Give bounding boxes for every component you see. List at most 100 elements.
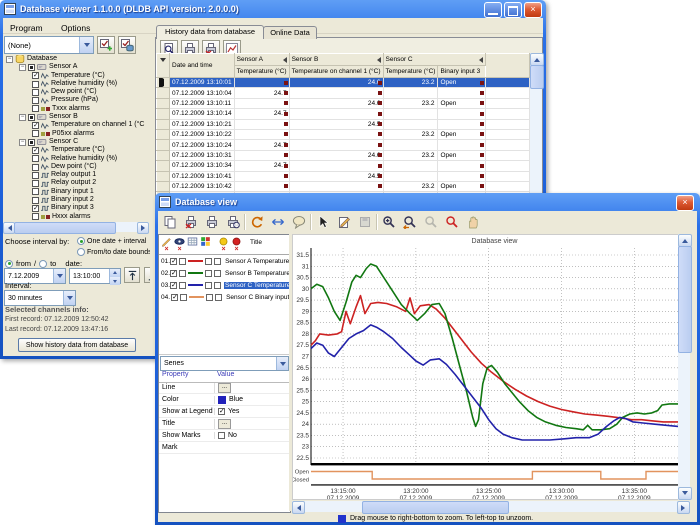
cell-datetime[interactable]: 07.12.2009 13:10:11 xyxy=(170,98,235,108)
cell-binary-3[interactable] xyxy=(438,171,486,181)
cell-binary-3[interactable]: Open xyxy=(438,129,486,139)
cell-binary-3[interactable]: Open xyxy=(438,98,486,108)
cell-binary-3[interactable]: Open xyxy=(438,181,486,191)
cell-datetime[interactable]: 07.12.2009 13:10:42 xyxy=(170,181,235,191)
cell-sensor-b[interactable]: 24.6 xyxy=(289,150,383,160)
tree-item[interactable]: Binary input 3 xyxy=(3,204,149,212)
radio-from[interactable] xyxy=(5,260,13,268)
channel-checkbox[interactable] xyxy=(32,122,39,129)
property-row[interactable]: Color Blue xyxy=(159,394,290,406)
col-temp-c[interactable]: Temperature (°C) xyxy=(383,66,438,78)
tree-item[interactable]: Txxx alarms xyxy=(3,105,149,113)
cell-sensor-a[interactable] xyxy=(234,150,289,160)
group-sensor-a[interactable]: Sensor A xyxy=(234,54,289,66)
cell-sensor-b[interactable]: 24.6 xyxy=(289,78,383,88)
row-header-cell[interactable] xyxy=(157,88,170,98)
cell-sensor-b[interactable]: 24.6 xyxy=(289,98,383,108)
group-sensor-c[interactable]: Sensor C xyxy=(383,54,485,66)
row-header-cell[interactable] xyxy=(157,181,170,191)
cell-sensor-c[interactable] xyxy=(383,88,438,98)
series-option-checkbox[interactable] xyxy=(214,270,221,277)
hint-button[interactable] xyxy=(289,212,309,232)
cell-sensor-c[interactable]: 23.2 xyxy=(383,98,438,108)
cell-sensor-a[interactable] xyxy=(234,129,289,139)
cursor-button[interactable] xyxy=(313,212,333,232)
cell-binary-3[interactable] xyxy=(438,140,486,150)
cell-datetime[interactable]: 07.12.2009 13:10:22 xyxy=(170,129,235,139)
channel-checkbox[interactable] xyxy=(32,155,39,162)
cell-datetime[interactable]: 07.12.2009 13:10:21 xyxy=(170,119,235,129)
cell-sensor-b[interactable] xyxy=(289,161,383,171)
cell-sensor-c[interactable]: 23.2 xyxy=(383,181,438,191)
main-title-bar[interactable]: Database viewer 1.1.0.0 (DLDB API versio… xyxy=(0,0,546,18)
remove-icon[interactable]: × xyxy=(234,247,238,252)
row-header-cell[interactable] xyxy=(157,129,170,139)
legend-series-row[interactable]: 03. Sensor C Temperature (°C) xyxy=(159,279,290,291)
chart-v-scrollbar[interactable] xyxy=(678,234,690,500)
legend-series-row[interactable]: 04. Sensor C Binary input 3 xyxy=(159,291,290,303)
tree-item[interactable]: Relay output 1 xyxy=(3,171,149,179)
tree-expander-icon[interactable]: − xyxy=(19,114,26,121)
apply-channel-check-button[interactable] xyxy=(97,36,115,54)
cell-datetime[interactable]: 07.12.2009 13:10:41 xyxy=(170,171,235,181)
property-row[interactable]: Show at Legend Yes xyxy=(159,406,290,418)
cell-sensor-c[interactable]: 23.2 xyxy=(383,150,438,160)
legend-series-row[interactable]: 01. Sensor A Temperature (°C) xyxy=(159,255,290,267)
scroll-thumb[interactable] xyxy=(14,222,116,234)
col-temp-a[interactable]: Temperature (°C) xyxy=(234,66,289,78)
series-visible-checkbox[interactable] xyxy=(170,258,177,265)
cell-sensor-a[interactable]: 24.7 xyxy=(234,109,289,119)
refresh-button[interactable] xyxy=(247,212,267,232)
property-row[interactable]: Title ... xyxy=(159,418,290,430)
tree-h-scrollbar[interactable] xyxy=(3,222,149,232)
tree-item[interactable]: Pressure (hPa) xyxy=(3,96,149,104)
table-row[interactable]: 07.12.2009 13:10:21 24.5 xyxy=(157,119,530,129)
cell-sensor-b[interactable] xyxy=(289,181,383,191)
filter-header-cell[interactable] xyxy=(157,54,170,78)
channel-checkbox[interactable] xyxy=(32,72,39,79)
preset-combo-arrow[interactable] xyxy=(79,37,93,53)
table-row[interactable]: 07.12.2009 13:10:42 23.2Open xyxy=(157,181,530,191)
cell-sensor-a[interactable] xyxy=(234,171,289,181)
remove-icon[interactable]: × xyxy=(221,247,225,252)
channel-checkbox[interactable] xyxy=(32,89,39,96)
cell-sensor-b[interactable]: 24.5 xyxy=(289,119,383,129)
channel-checkbox[interactable] xyxy=(32,172,39,179)
pan-horizontal-button[interactable] xyxy=(268,212,288,232)
print-preview-button[interactable] xyxy=(223,212,243,232)
tree-item[interactable]: Hxxx alarms xyxy=(3,213,149,220)
tree-item[interactable]: −Database xyxy=(3,55,149,63)
tree-item[interactable]: Temperature (°C) xyxy=(3,146,149,154)
cell-sensor-b[interactable] xyxy=(289,129,383,139)
radio-one-date-interval[interactable]: One date + interval xyxy=(77,237,146,245)
tree-item[interactable]: Relative humidity (%) xyxy=(3,155,149,163)
spinner-down[interactable] xyxy=(110,277,120,285)
color-swatch[interactable] xyxy=(218,396,226,404)
series-option-checkbox[interactable] xyxy=(205,282,212,289)
cell-sensor-a[interactable]: 24.7 xyxy=(234,88,289,98)
tree-expander-icon[interactable]: − xyxy=(6,56,13,63)
table-row[interactable]: 07.12.2009 13:10:1424.7 xyxy=(157,109,530,119)
table-row[interactable]: 07.12.2009 13:10:3424.7 xyxy=(157,161,530,171)
series-option-checkbox[interactable] xyxy=(205,270,212,277)
cell-sensor-a[interactable]: 24.7 xyxy=(234,161,289,171)
ellipsis-button[interactable]: ... xyxy=(218,383,231,393)
to-first-record-button[interactable] xyxy=(124,267,140,283)
zoom-reset-button[interactable] xyxy=(442,212,462,232)
tree-item[interactable]: Temperature (°C) xyxy=(3,72,149,80)
series-option-checkbox[interactable] xyxy=(206,294,213,301)
chart-h-scrollbar[interactable] xyxy=(292,501,690,512)
table-row[interactable]: 07.12.2009 13:10:11 24.623.2Open xyxy=(157,98,530,108)
tree-state-checkbox[interactable] xyxy=(28,114,35,121)
group-sensor-b[interactable]: Sensor B xyxy=(289,54,383,66)
tree-item[interactable]: Temperature on channel 1 (°C xyxy=(3,121,149,129)
table-row[interactable]: 07.12.2009 13:10:4124.5 xyxy=(157,171,530,181)
tree-item[interactable]: P05xx alarms xyxy=(3,130,149,138)
cell-datetime[interactable]: 07.12.2009 13:10:24 xyxy=(170,140,235,150)
cell-sensor-b[interactable] xyxy=(289,109,383,119)
channel-checkbox[interactable] xyxy=(32,164,39,171)
channel-checkbox[interactable] xyxy=(32,81,39,88)
tree-item[interactable]: Relay output 2 xyxy=(3,179,149,187)
table-row[interactable]: 07.12.2009 13:10:3124.623.2Open xyxy=(157,150,530,160)
remove-icon[interactable]: × xyxy=(177,247,181,252)
